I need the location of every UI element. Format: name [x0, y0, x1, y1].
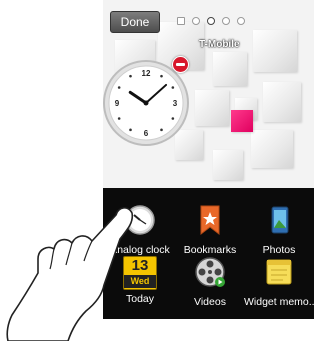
clock-tick [129, 74, 132, 78]
clock-tick [117, 117, 121, 120]
remove-widget-icon[interactable] [172, 56, 189, 73]
clock-tick [160, 74, 163, 78]
app-label: Videos [194, 296, 226, 308]
done-button[interactable]: Done [110, 11, 160, 33]
bookmark-star-icon [200, 205, 220, 236]
page-dot-3[interactable] [207, 17, 215, 25]
clock-number-9: 9 [115, 99, 120, 108]
app-label: Photos [262, 244, 296, 256]
photos-icon [271, 206, 289, 234]
page-dot-5[interactable] [237, 17, 245, 25]
page-indicator[interactable] [177, 17, 245, 25]
clock-tick [160, 128, 163, 132]
app-photos[interactable]: Photos [244, 204, 314, 256]
touch-hand-icon [6, 207, 134, 341]
clock-number-12: 12 [142, 69, 151, 78]
clock-number-3: 3 [173, 99, 178, 108]
page-dot-2[interactable] [192, 17, 200, 25]
memo-note-icon [266, 259, 292, 285]
app-bookmarks[interactable]: Bookmarks [175, 204, 245, 256]
app-widget-memo[interactable]: Widget memo... [244, 256, 314, 308]
app-label: Widget memo... [244, 296, 314, 308]
app-label: Bookmarks [183, 244, 237, 256]
app-videos[interactable]: Videos [175, 256, 245, 308]
clock-number-6: 6 [144, 129, 149, 138]
status-bar: Done [103, 8, 314, 34]
carrier-label: T-Mobile [199, 39, 240, 50]
clock-tick [171, 117, 175, 120]
pink-cube [231, 110, 253, 132]
page-dot-1[interactable] [177, 17, 185, 25]
page-dot-4[interactable] [222, 17, 230, 25]
clock-tick [129, 128, 132, 132]
clock-tick [171, 86, 175, 89]
film-reel-icon [195, 257, 225, 287]
clock-tick [117, 86, 121, 89]
